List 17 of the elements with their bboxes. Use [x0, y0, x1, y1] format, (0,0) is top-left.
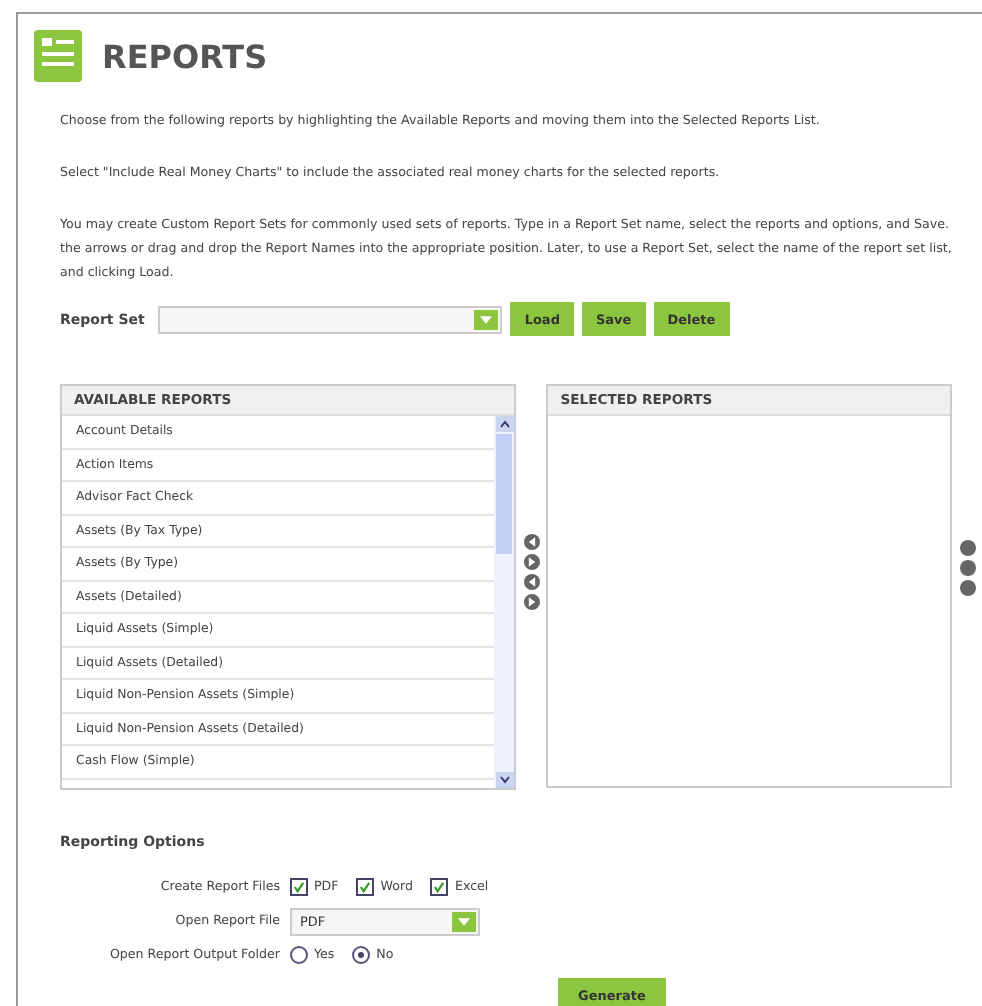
scrollbar[interactable]	[494, 416, 515, 788]
move-arrow-icon[interactable]	[524, 594, 541, 610]
checkbox[interactable]	[430, 878, 449, 896]
checkbox[interactable]	[290, 878, 308, 896]
move-arrow-icon[interactable]	[524, 534, 541, 550]
scroll-up-icon[interactable]	[495, 416, 514, 432]
scroll-thumb[interactable]	[496, 434, 513, 554]
caret-icon	[458, 917, 470, 925]
radio-button[interactable]	[352, 946, 371, 964]
move-arrow-icon[interactable]	[524, 554, 541, 570]
scroll-down-icon[interactable]	[495, 772, 514, 788]
caret-icon	[480, 315, 493, 323]
checkbox[interactable]	[356, 878, 375, 896]
radio-button[interactable]	[290, 946, 308, 964]
move-arrow-icon[interactable]	[524, 574, 541, 590]
report-icon	[34, 30, 82, 82]
page-title: REPORTS	[102, 37, 268, 75]
